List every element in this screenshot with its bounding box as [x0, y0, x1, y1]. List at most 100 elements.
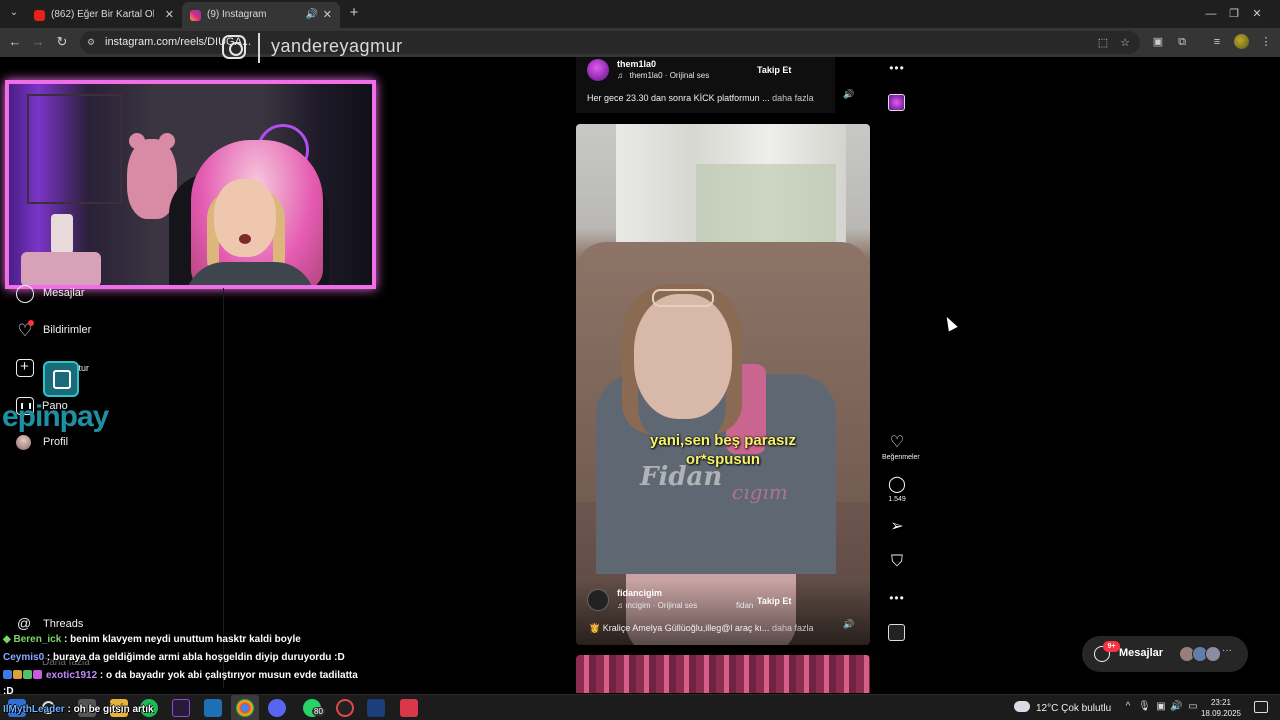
app-icon[interactable] — [336, 699, 354, 717]
obs-icon[interactable] — [172, 699, 190, 717]
audio-thumbnail-icon[interactable] — [888, 624, 905, 641]
clock-time: 23:21 — [1210, 698, 1232, 707]
share-button[interactable]: ➢ — [882, 518, 912, 536]
follow-button[interactable]: Takip Et — [757, 596, 791, 606]
app-icon[interactable] — [204, 699, 222, 717]
follow-button[interactable]: Takip Et — [757, 65, 791, 75]
microphone-icon[interactable]: 🎙 — [1138, 701, 1151, 712]
video-subtitle: yani,sen beş parasız or*spusun — [576, 431, 870, 469]
reel-video[interactable] — [576, 124, 870, 645]
audio-thumbnail-icon[interactable] — [888, 94, 905, 111]
speaker-icon[interactable]: 🔊 — [306, 2, 318, 28]
reload-icon[interactable]: ↻ — [52, 33, 72, 51]
site-info-icon[interactable]: ⚙ — [87, 36, 99, 48]
profile-avatar-icon[interactable] — [1234, 34, 1249, 49]
reel-username[interactable]: them1la0 — [617, 59, 656, 69]
webcam-shelf — [27, 94, 122, 204]
bookmark-star-icon[interactable]: ☆ — [1117, 35, 1133, 51]
tab-instagram[interactable]: (9) Instagram 🔊 ✕ — [182, 2, 340, 28]
nav-divider — [223, 288, 224, 688]
app-icon[interactable] — [400, 699, 418, 717]
reel-author-avatar[interactable] — [587, 59, 609, 81]
caption-text: 👸 Kraliçe Amelya Güllüoğlu,illeg@l araç … — [589, 623, 770, 633]
chat-username: IlMythLeader — [3, 704, 65, 715]
chat-username: Ceymis0 — [3, 652, 45, 663]
like-label: Beğenmeler — [882, 454, 920, 461]
reel-next[interactable] — [576, 655, 870, 693]
close-window-button[interactable]: ✕ — [1234, 0, 1280, 28]
tab-youtube[interactable]: (862) Eğer Bir Kartal Olarak Doğ ✕ — [26, 2, 182, 28]
messenger-icon — [16, 285, 34, 303]
chat-message: exotic1912 : o da bayadır yok abi çalışt… — [3, 670, 358, 681]
speaker-icon[interactable]: 🔊 — [1170, 701, 1182, 712]
tray-chevron-icon[interactable]: ^ — [1122, 701, 1134, 712]
close-tab-icon[interactable]: ✕ — [165, 2, 174, 28]
reel-caption[interactable]: 👸 Kraliçe Amelya Güllüoğlu,illeg@l araç … — [589, 623, 813, 634]
chat-badge-icon — [3, 670, 12, 679]
cloud-icon — [1014, 701, 1030, 712]
comment-button[interactable]: ◯ 1.549 — [882, 476, 912, 503]
extensions-icon[interactable]: ▣ — [1150, 34, 1166, 50]
system-clock[interactable]: 23:21 18.09.2025 — [1200, 697, 1242, 719]
chrome-icon[interactable] — [236, 699, 254, 717]
more-options-icon[interactable]: ••• — [887, 591, 907, 605]
webcam-desk-item — [21, 252, 101, 285]
browser-toolbar: ← → ↻ ⚙ instagram.com/reels/DIUGA... ⬚ ☆… — [0, 28, 1280, 57]
comment-count: 1.549 — [888, 496, 906, 503]
reel-audio-extra: fidan — [736, 601, 754, 610]
messages-label: Mesajlar — [1119, 647, 1164, 659]
nav-label: Mesajlar — [43, 287, 85, 299]
more-options-icon[interactable]: ••• — [887, 61, 907, 75]
volume-icon[interactable]: 🔊 — [843, 618, 855, 630]
webcam-mouth — [239, 234, 251, 244]
reel-username[interactable]: fidancigim — [617, 588, 662, 598]
tab-title: (9) Instagram — [207, 9, 267, 20]
media-control-icon[interactable]: ≡ — [1209, 34, 1225, 50]
audio-label: them1la0 · Orijinal ses — [629, 71, 710, 80]
instagram-logo-icon — [222, 35, 246, 59]
more-link[interactable]: daha fazla — [772, 623, 814, 633]
reel-audio[interactable]: ♫ ıncigim · Orijinal ses — [617, 601, 697, 610]
discord-icon[interactable] — [268, 699, 286, 717]
video-glasses — [652, 289, 714, 307]
overlay-divider — [258, 33, 260, 63]
avatar — [1205, 646, 1221, 662]
close-tab-icon[interactable]: ✕ — [323, 2, 332, 28]
weather-widget[interactable]: 12°C Çok bulutlu — [1014, 701, 1111, 714]
notification-center-icon[interactable] — [1254, 701, 1268, 713]
threads-icon — [16, 615, 34, 634]
browser-menu-icon[interactable]: ⋮ — [1258, 34, 1274, 50]
weather-text: 12°C Çok bulutlu — [1036, 703, 1112, 714]
chat-badge-icon — [23, 670, 32, 679]
chat-username: exotic1912 — [46, 670, 98, 681]
install-app-icon[interactable]: ⬚ — [1095, 35, 1111, 51]
tab-search-icon[interactable]: ⌄ — [6, 5, 22, 21]
streamer-webcam — [5, 80, 376, 289]
music-note-icon: ♫ — [617, 601, 626, 610]
network-icon[interactable]: ▭ — [1187, 701, 1199, 712]
bookmark-icon: ⛉ — [890, 553, 903, 570]
caption-text: Her gece 23.30 dan sonra KİCK platformun… — [587, 93, 770, 103]
more-link[interactable]: daha fazla — [772, 93, 814, 103]
messages-button[interactable]: 9+ Mesajlar ··· — [1082, 636, 1248, 672]
new-tab-button[interactable]: + — [346, 4, 362, 22]
app-icon[interactable] — [367, 699, 385, 717]
reel-caption[interactable]: Her gece 23.30 dan sonra KİCK platformun… — [587, 93, 814, 103]
chat-badge-icon — [33, 670, 42, 679]
chat-badge-icon — [13, 670, 22, 679]
forward-icon[interactable]: → — [28, 33, 48, 51]
back-icon[interactable]: ← — [5, 33, 25, 51]
reel-author-avatar[interactable] — [587, 589, 609, 611]
save-button[interactable]: ⛉ — [882, 553, 912, 571]
reel-audio[interactable]: ♫ them1la0 · Orijinal ses — [617, 71, 709, 80]
chat-message: Ceymis0 : buraya da geldiğimde armi abla… — [3, 652, 345, 663]
volume-icon[interactable]: 🔊 — [843, 88, 855, 100]
chat-text: : oh be gitsin artık — [64, 704, 154, 715]
puzzle-icon[interactable]: ⧉ — [1174, 34, 1190, 50]
like-button[interactable]: ♡ Beğenmeler — [882, 434, 920, 461]
mouse-cursor-icon — [942, 314, 958, 332]
video-watermark-secondary: cıgım — [732, 480, 788, 504]
reel-previous[interactable] — [576, 57, 835, 113]
tray-app-icon[interactable]: ▣ — [1155, 701, 1167, 712]
chat-text: : benim klavyem neydi unuttum hasktr kal… — [61, 634, 301, 645]
